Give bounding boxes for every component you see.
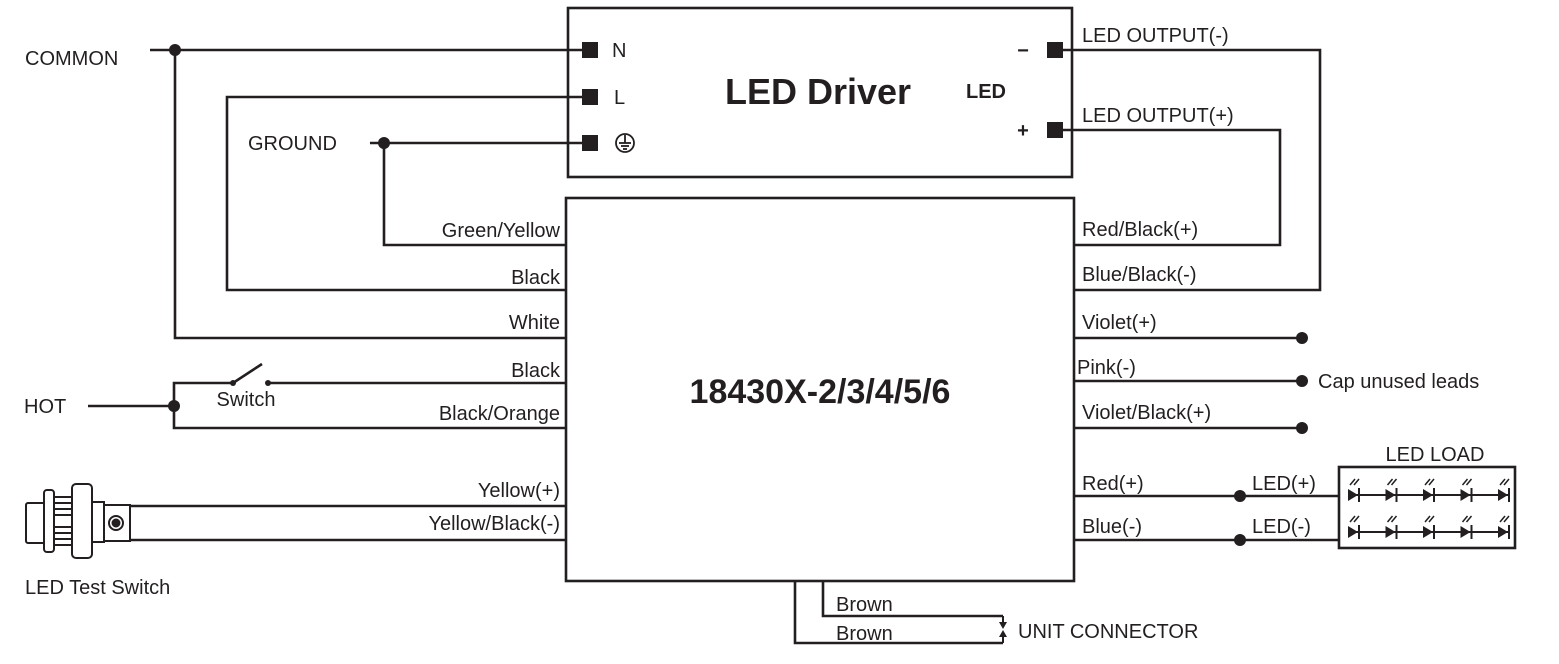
- switch-icon: [230, 362, 271, 386]
- wire-label: Yellow/Black(-): [428, 513, 560, 535]
- wire-label: Violet(+): [1082, 312, 1157, 334]
- wiring-diagram: N L LED Driver LED − + 18430X-2/3/4/5/6 …: [24, 6, 1517, 645]
- right-wire-labels: Red/Black(+) Blue/Black(-) Violet(+) Pin…: [1077, 219, 1211, 538]
- led-driver: N L LED Driver LED − +: [566, 6, 1074, 179]
- label-n: N: [612, 40, 626, 62]
- led-load-box: [1337, 465, 1517, 550]
- led-test-switch-icon: [25, 483, 131, 559]
- led-output-plus-label: LED OUTPUT(+): [1082, 105, 1234, 127]
- terminal-ground: [582, 135, 598, 151]
- terminal-out-plus: [1047, 122, 1063, 138]
- terminal-n: [582, 42, 598, 58]
- plus-sign: +: [1017, 120, 1029, 142]
- black-line-wire: [225, 95, 582, 292]
- minus-sign: −: [1017, 40, 1029, 62]
- common-label: COMMON: [25, 48, 118, 70]
- terminal-out-minus: [1047, 42, 1063, 58]
- label-l: L: [614, 87, 625, 109]
- led-plus-label: LED(+): [1252, 473, 1316, 495]
- unit-connector-label: UNIT CONNECTOR: [1018, 621, 1198, 643]
- left-wire-labels: Green/Yellow Black White Black Black/Ora…: [428, 220, 561, 535]
- driver-led-label: LED: [966, 81, 1006, 103]
- led-output-minus-label: LED OUTPUT(-): [1082, 25, 1229, 47]
- wire-label: Blue/Black(-): [1082, 264, 1196, 286]
- terminal-l: [582, 89, 598, 105]
- wire-label: Blue(-): [1082, 516, 1142, 538]
- brown-wire-label: Brown: [836, 594, 893, 616]
- led-minus-label: LED(-): [1252, 516, 1311, 538]
- white-wire: [173, 50, 566, 340]
- hot-label: HOT: [24, 396, 66, 418]
- wire-label: Pink(-): [1077, 357, 1136, 379]
- wire-label: Violet/Black(+): [1082, 402, 1211, 424]
- connector-arrows-icon: [999, 616, 1007, 643]
- ground-label: GROUND: [248, 133, 337, 155]
- switch-label: Switch: [217, 389, 276, 411]
- brown-wire-label: Brown: [836, 623, 893, 645]
- wire-label: Black: [511, 267, 561, 289]
- unit-model: 18430X-2/3/4/5/6: [690, 373, 951, 411]
- led-test-switch-label: LED Test Switch: [25, 577, 170, 599]
- wire-label: Red(+): [1082, 473, 1144, 495]
- wire-label: Black/Orange: [439, 403, 560, 425]
- led-load-label: LED LOAD: [1386, 444, 1485, 466]
- wire-label: Black: [511, 360, 561, 382]
- cap-unused-label: Cap unused leads: [1318, 371, 1479, 393]
- wire-label: Yellow(+): [478, 480, 560, 502]
- wire-label: White: [509, 312, 560, 334]
- wire-label: Red/Black(+): [1082, 219, 1198, 241]
- wire-label: Green/Yellow: [442, 220, 561, 242]
- driver-title: LED Driver: [725, 71, 911, 112]
